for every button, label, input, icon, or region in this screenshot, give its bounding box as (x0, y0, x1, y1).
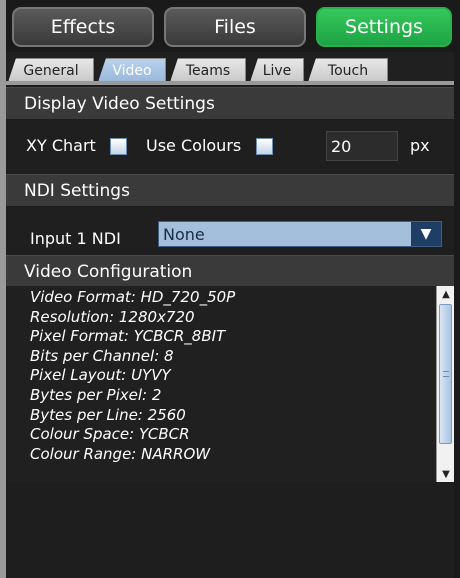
config-line: Bytes per Line: 2560 (30, 405, 186, 424)
scroll-up-icon[interactable]: ▲ (437, 286, 455, 302)
size-input[interactable]: 20 (326, 131, 398, 161)
empty-panel-area (6, 482, 454, 578)
ndi-row: Input 1 NDI None ▼ (6, 207, 454, 255)
xy-chart-label: XY Chart (26, 136, 96, 155)
video-configuration-heading: Video Configuration (6, 255, 454, 287)
tab-teams[interactable]: Teams (170, 58, 246, 82)
use-colours-checkbox[interactable] (256, 138, 273, 155)
tab-video[interactable]: Video (98, 58, 166, 82)
config-line: Bytes per Pixel: 2 (30, 385, 162, 404)
settings-button[interactable]: Settings (316, 7, 452, 47)
xy-chart-checkbox[interactable] (110, 138, 127, 155)
top-navigation: Effects Files Settings (6, 0, 454, 52)
tab-live[interactable]: Live (250, 58, 304, 82)
tab-touch[interactable]: Touch (308, 58, 388, 82)
scroll-down-icon[interactable]: ▼ (437, 466, 455, 482)
config-scrollbar[interactable]: ▲ ▼ (436, 286, 454, 482)
tab-divider (6, 81, 454, 85)
config-line: Colour Space: YCBCR (30, 425, 190, 444)
tab-general[interactable]: General (8, 58, 94, 82)
config-line: Video Format: HD_720_50P (30, 288, 236, 306)
config-line: Pixel Layout: UYVY (30, 366, 171, 385)
use-colours-label: Use Colours (146, 136, 242, 155)
input-1-ndi-label: Input 1 NDI (30, 229, 121, 248)
ndi-input-value: None (163, 224, 205, 244)
display-video-settings-heading: Display Video Settings (6, 87, 454, 119)
files-button[interactable]: Files (164, 7, 306, 47)
config-line: Resolution: 1280x720 (30, 307, 195, 326)
grip-icon (443, 371, 449, 377)
right-edge (454, 0, 460, 578)
config-line: Colour Range: NARROW (30, 444, 211, 463)
ndi-input-select[interactable]: None ▼ (158, 221, 442, 247)
effects-button[interactable]: Effects (12, 7, 154, 47)
size-unit-label: px (410, 136, 430, 155)
display-video-row: XY Chart Use Colours 20 px (6, 120, 454, 172)
config-line: Bits per Channel: 8 (30, 346, 174, 365)
ndi-settings-heading: NDI Settings (6, 174, 454, 206)
config-line: Pixel Format: YCBCR_8BIT (30, 327, 226, 346)
dropdown-arrow-icon[interactable]: ▼ (411, 222, 441, 246)
video-configuration-text[interactable]: Video Format: HD_720_50P Resolution: 128… (6, 286, 436, 482)
settings-tab-bar: General Video Teams Live Touch (6, 52, 454, 85)
scroll-thumb[interactable] (439, 304, 452, 444)
